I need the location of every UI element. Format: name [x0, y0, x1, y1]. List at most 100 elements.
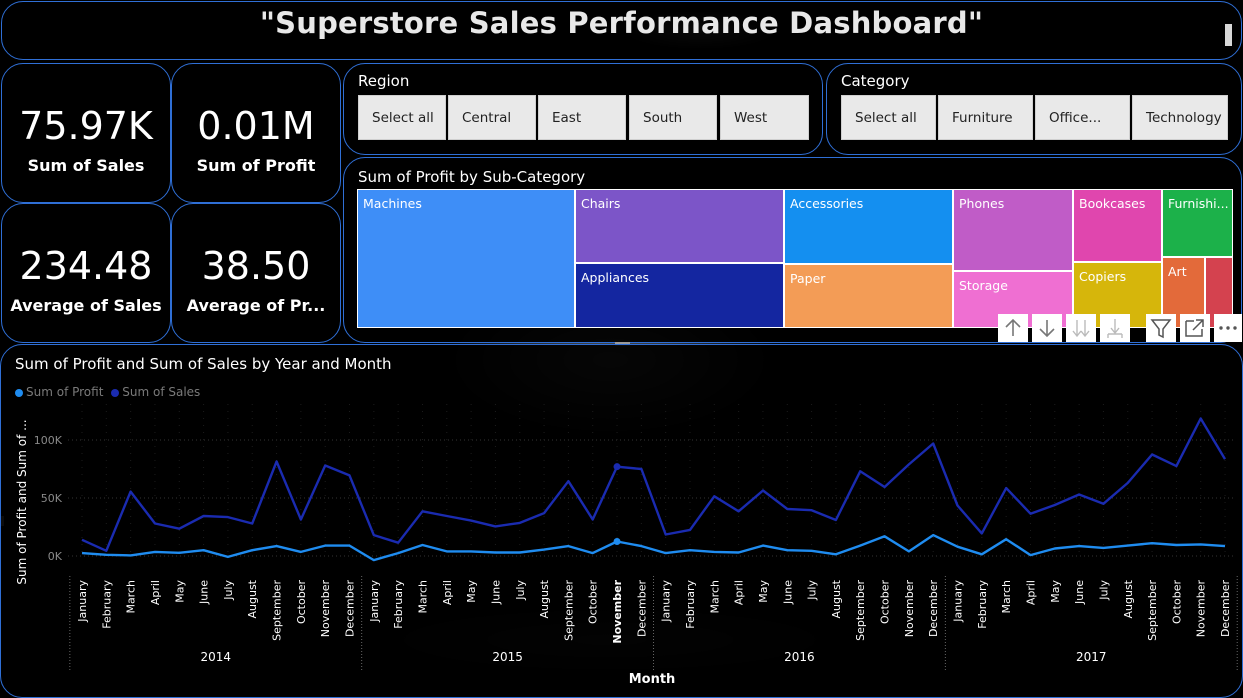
x-tick-label: May [1049, 580, 1062, 603]
x-tick-label: July [806, 580, 819, 601]
x-tick-label: September [1146, 580, 1159, 641]
highlight-point-sales [613, 463, 621, 471]
kpi-label: Sum of Profit [196, 156, 316, 175]
y-tick-label: 50K [41, 492, 63, 505]
y-axis-label: Sum of Profit and Sum of ... [15, 419, 29, 584]
x-tick-label: April [733, 580, 746, 605]
x-tick-label: April [1024, 580, 1037, 605]
focus-mode-icon[interactable] [1180, 314, 1210, 342]
x-tick-label: February [392, 580, 405, 629]
x-tick-label: March [1000, 580, 1013, 614]
x-tick-label: December [344, 580, 357, 638]
kpi-value: 75.97K [19, 104, 153, 148]
highlight-point-profit [613, 538, 621, 545]
x-tick-label: October [587, 580, 600, 624]
x-tick-label: May [757, 580, 770, 603]
kpi-label: Sum of Sales [27, 156, 145, 175]
x-tick-label: April [441, 580, 454, 605]
year-label: 2017 [1076, 650, 1107, 664]
kpi-label: Average of Sales [10, 296, 162, 315]
kpi-card-avg-sales[interactable]: 234.48 Average of Sales [1, 203, 171, 343]
kpi-card-avg-profit[interactable]: 38.50 Average of Pr... [171, 203, 341, 343]
x-tick-label: March [125, 580, 138, 614]
x-tick-label: September [854, 580, 867, 641]
kpi-value: 234.48 [19, 244, 153, 288]
x-tick-label: January [76, 580, 89, 623]
region-option-south[interactable]: South [629, 95, 717, 140]
x-tick-label: November [903, 580, 916, 638]
x-tick-label: February [976, 580, 989, 629]
x-tick-label: July [222, 580, 235, 601]
x-tick-label: February [684, 580, 697, 629]
category-option-select-all[interactable]: Select all [841, 95, 936, 140]
y-tick-label: 100K [34, 434, 63, 447]
x-tick-label: November [611, 579, 624, 643]
treemap-tile-chairs[interactable]: Chairs [575, 189, 784, 263]
treemap-tile-appliances[interactable]: Appliances [575, 263, 784, 328]
x-tick-label: September [271, 580, 284, 641]
arrow-up-icon[interactable] [998, 314, 1028, 342]
category-slicer: Category Select all Furniture Office... … [826, 63, 1242, 155]
x-tick-label: August [830, 579, 843, 618]
treemap-tile-bookcases[interactable]: Bookcases [1073, 189, 1162, 262]
expand-hierarchy-icon[interactable] [1100, 314, 1130, 342]
x-tick-label: December [1219, 580, 1232, 638]
treemap-tile-paper[interactable]: Paper [784, 264, 953, 328]
x-tick-label: September [562, 580, 575, 641]
kpi-card-sum-profit[interactable]: 0.01M Sum of Profit [171, 63, 341, 203]
category-option-office[interactable]: Office... [1035, 95, 1130, 140]
x-tick-label: February [100, 580, 113, 629]
kpi-card-sum-sales[interactable]: 75.97K Sum of Sales [1, 63, 171, 203]
x-tick-label: April [149, 580, 162, 605]
series-line-profit [81, 533, 1226, 562]
x-tick-label: December [635, 580, 648, 638]
x-tick-label: June [198, 580, 211, 605]
treemap-tile-furnishi[interactable]: Furnishi... [1162, 189, 1233, 257]
dashboard-title: "Superstore Sales Performance Dashboard" [259, 6, 984, 40]
line-chart: 0K 50K 100K Sum of Profit and Sum of ... Jan… [15, 404, 1238, 687]
kpi-value: 0.01M [197, 104, 315, 148]
x-tick-label: January [368, 580, 381, 623]
double-arrow-down-icon[interactable] [1066, 314, 1096, 342]
region-option-select-all[interactable]: Select all [358, 95, 446, 140]
arrow-down-icon[interactable] [1032, 314, 1062, 342]
region-option-east[interactable]: East [538, 95, 626, 140]
x-tick-label: August [246, 579, 259, 618]
region-option-west[interactable]: West [720, 95, 809, 140]
x-axis-label: Month [629, 672, 676, 687]
x-tick-label: July [1097, 580, 1110, 601]
x-tick-label: November [319, 580, 332, 638]
x-tick-label: January [660, 580, 673, 623]
treemap-tile-accessories[interactable]: Accessories [784, 189, 953, 264]
y-tick-label: 0K [48, 550, 63, 563]
treemap: Machines Chairs Appliances Accessories Paper… [357, 189, 1233, 328]
treemap-tile-phones[interactable]: Phones [953, 189, 1073, 271]
x-tick-label: June [489, 580, 502, 605]
region-option-central[interactable]: Central [448, 95, 536, 140]
treemap-tile-machines[interactable]: Machines [357, 189, 575, 328]
x-tick-label: October [879, 580, 892, 624]
x-tick-label: October [1170, 580, 1183, 624]
scroll-handle[interactable] [1225, 24, 1232, 46]
x-tick-label: June [781, 580, 794, 605]
x-tick-label: December [927, 580, 940, 638]
series-line-sales [81, 417, 1227, 553]
kpi-label: Average of Pr... [186, 296, 326, 315]
x-tick-label: August [538, 579, 551, 618]
x-tick-label: May [173, 580, 186, 603]
category-option-furniture[interactable]: Furniture [938, 95, 1033, 140]
category-option-technology[interactable]: Technology [1132, 95, 1228, 140]
x-tick-label: October [295, 580, 308, 624]
more-options-icon[interactable] [1214, 314, 1242, 342]
x-tick-label: March [416, 580, 429, 614]
filter-icon[interactable] [1146, 314, 1176, 342]
region-slicer: Region Select all Central East South Wes… [343, 63, 823, 155]
treemap-title: Sum of Profit by Sub-Category [358, 168, 586, 186]
x-tick-label: January [952, 580, 965, 623]
x-tick-label: June [1073, 580, 1086, 605]
year-label: 2016 [784, 650, 815, 664]
year-label: 2015 [492, 650, 523, 664]
x-tick-label: July [514, 580, 527, 601]
x-tick-label: March [708, 580, 721, 614]
kpi-value: 38.50 [201, 244, 311, 288]
